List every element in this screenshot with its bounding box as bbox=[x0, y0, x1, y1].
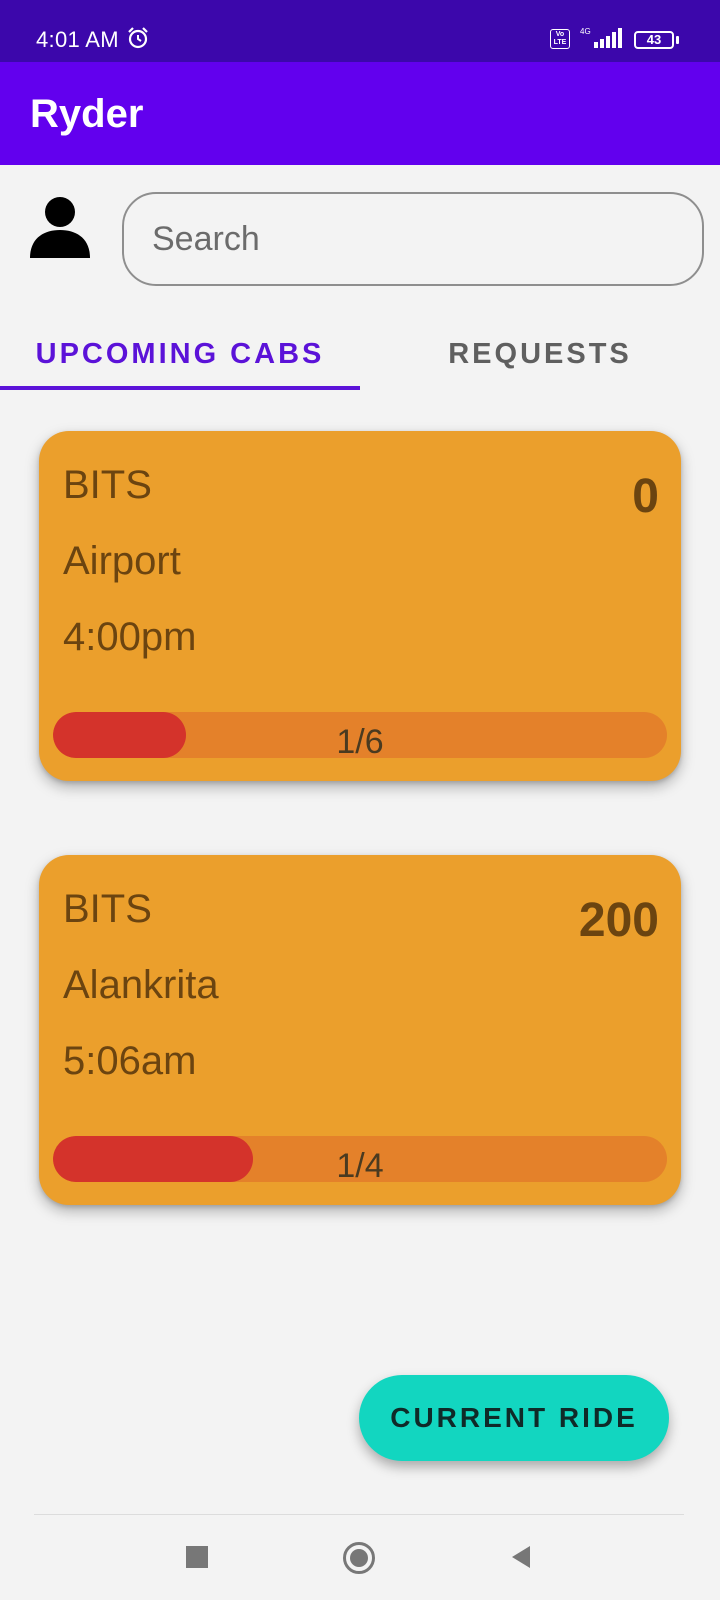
cab-origin: BITS bbox=[63, 463, 152, 507]
back-icon[interactable] bbox=[508, 1544, 534, 1575]
cab-card[interactable]: BITS Airport 4:00pm 0 1/6 bbox=[39, 431, 681, 781]
status-time: 4:01 AM bbox=[36, 27, 119, 52]
alarm-icon bbox=[126, 26, 150, 55]
cab-departure-time: 4:00pm bbox=[63, 615, 197, 659]
signal-icon: 4G bbox=[580, 26, 628, 57]
cab-card[interactable]: BITS Alankrita 5:06am 200 1/4 bbox=[39, 855, 681, 1205]
cab-destination: Airport bbox=[63, 539, 181, 583]
status-bar: 4:01 AM Vo LTE 4G 43 bbox=[0, 0, 720, 62]
cab-destination: Alankrita bbox=[63, 963, 219, 1007]
battery-icon: 43 bbox=[634, 31, 674, 49]
recents-icon[interactable] bbox=[186, 1546, 208, 1568]
seat-progress-bar: 1/4 bbox=[53, 1136, 667, 1182]
seat-progress-bar: 1/6 bbox=[53, 712, 667, 758]
home-icon-dot bbox=[350, 1549, 368, 1567]
current-ride-button[interactable]: CURRENT RIDE bbox=[359, 1375, 669, 1461]
tab-upcoming-cabs-label: UPCOMING CABS bbox=[35, 337, 325, 370]
tab-requests[interactable]: REQUESTS bbox=[360, 318, 720, 390]
app-bar: Ryder bbox=[0, 62, 720, 165]
cab-departure-time: 5:06am bbox=[63, 1039, 197, 1083]
app-title: Ryder bbox=[30, 92, 144, 136]
battery-tip bbox=[676, 36, 679, 44]
seat-progress-label: 1/4 bbox=[336, 1147, 384, 1182]
home-icon[interactable] bbox=[343, 1542, 375, 1574]
tab-indicator bbox=[0, 386, 360, 390]
tab-upcoming-cabs[interactable]: UPCOMING CABS bbox=[0, 318, 360, 390]
cab-origin: BITS bbox=[63, 887, 152, 931]
network-label: 4G bbox=[580, 27, 591, 36]
profile-avatar-icon[interactable] bbox=[26, 192, 94, 265]
nav-divider bbox=[34, 1514, 684, 1515]
search-input[interactable] bbox=[122, 192, 704, 286]
volte-icon: Vo LTE bbox=[550, 29, 570, 49]
tab-requests-label: REQUESTS bbox=[448, 337, 632, 370]
seat-progress-label: 1/6 bbox=[336, 723, 384, 758]
cab-fare: 200 bbox=[578, 894, 659, 947]
cab-fare: 0 bbox=[632, 470, 659, 523]
